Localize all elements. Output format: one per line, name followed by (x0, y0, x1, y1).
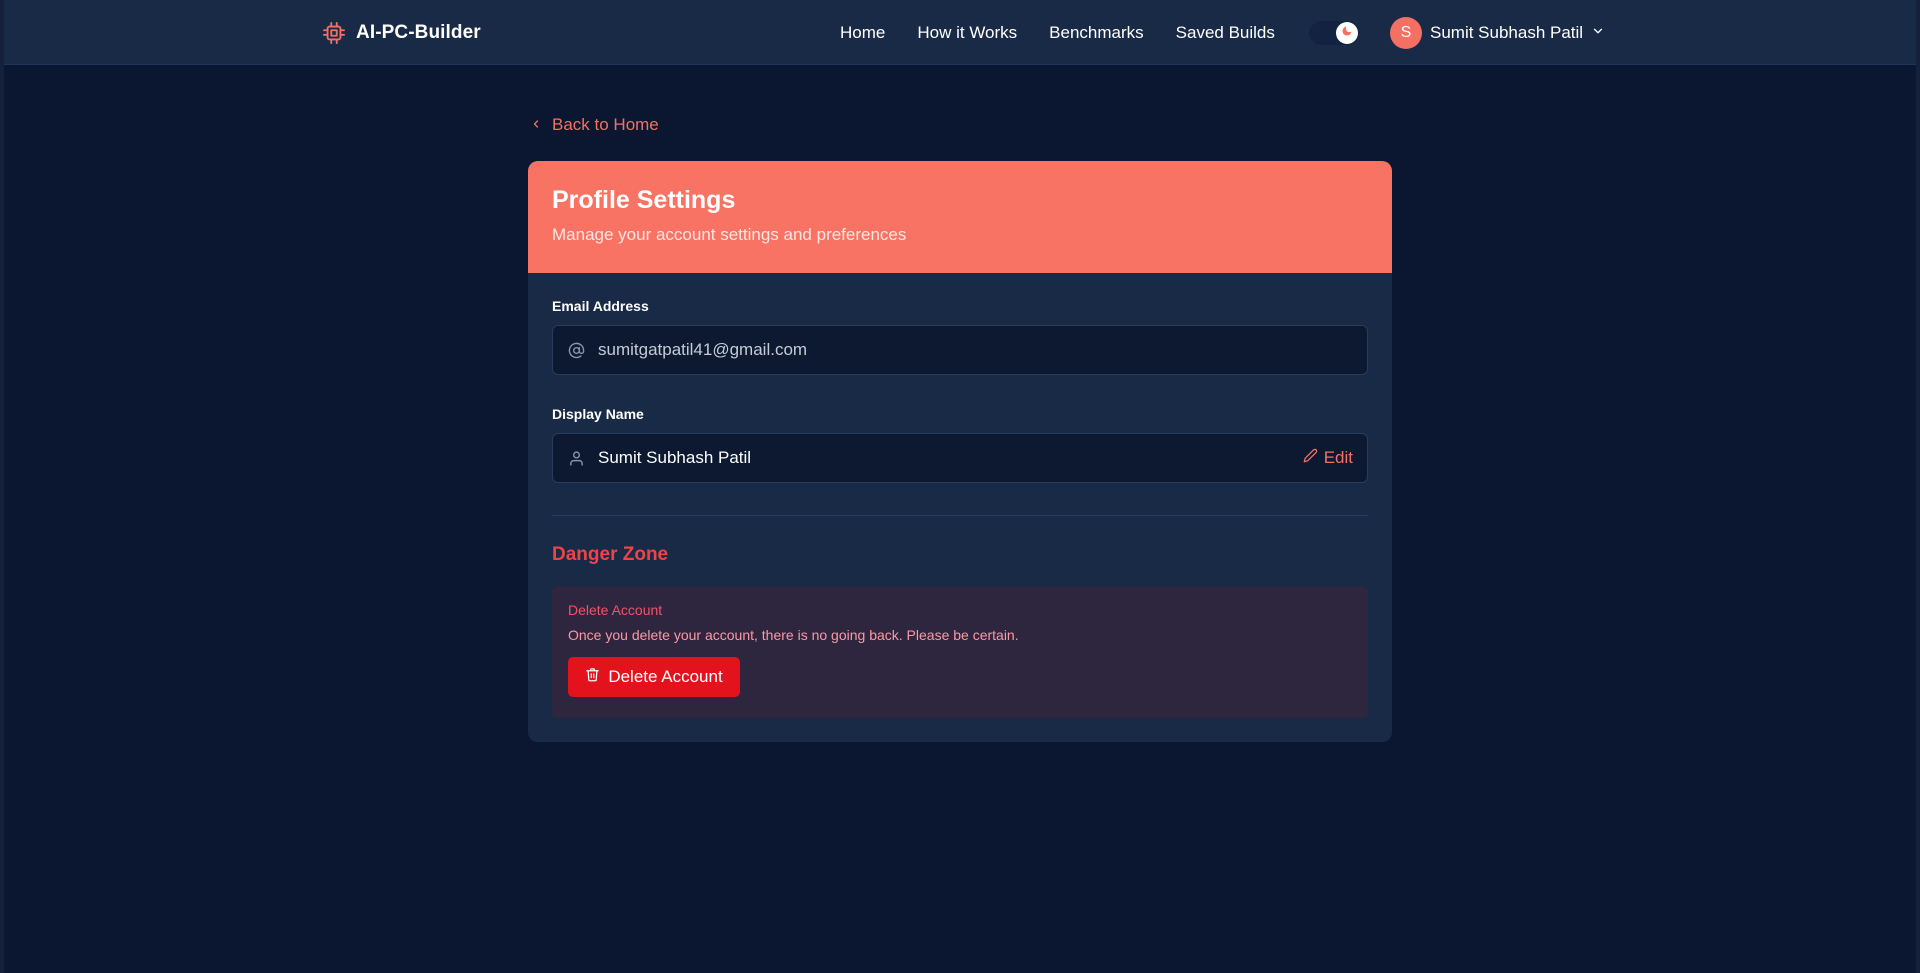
user-name: Sumit Subhash Patil (1430, 23, 1584, 42)
nav-link-benchmarks[interactable]: Benchmarks (1049, 23, 1143, 43)
back-link-label: Back to Home (552, 115, 659, 134)
trash-icon (585, 667, 600, 687)
danger-zone-title: Danger Zone (552, 544, 669, 565)
brand-logo[interactable]: AI-PC-Builder (322, 20, 481, 46)
chevron-down-icon (1591, 24, 1605, 43)
delete-account-warning: Once you delete your account, there is n… (568, 627, 1019, 643)
danger-zone-box: Delete Account Once you delete your acco… (552, 586, 1368, 718)
delete-account-button-label: Delete Account (608, 667, 723, 686)
display-name-label: Display Name (552, 406, 644, 422)
card-header: Profile Settings Manage your account set… (528, 161, 1392, 273)
section-divider (552, 515, 1368, 516)
user-menu[interactable]: S Sumit Subhash Patil (1390, 17, 1605, 49)
moon-icon (1341, 24, 1353, 42)
at-sign-icon (567, 341, 585, 359)
page-subtitle: Manage your account settings and prefere… (552, 225, 907, 244)
profile-settings-card: Profile Settings Manage your account set… (528, 161, 1392, 742)
page-title: Profile Settings (552, 186, 736, 214)
user-icon (567, 449, 585, 467)
nav-link-home[interactable]: Home (840, 23, 885, 43)
display-name-value: Sumit Subhash Patil (598, 448, 752, 467)
brand-name: AI-PC-Builder (356, 22, 481, 43)
nav-link-saved-builds[interactable]: Saved Builds (1176, 23, 1275, 43)
nav-links: Home How it Works Benchmarks Saved Build… (840, 20, 1307, 46)
back-to-home-link[interactable]: Back to Home (530, 114, 659, 136)
theme-toggle-knob (1336, 22, 1358, 44)
edit-label: Edit (1323, 448, 1353, 467)
nav-link-how-it-works[interactable]: How it Works (917, 23, 1017, 43)
delete-account-button[interactable]: Delete Account (568, 657, 740, 697)
email-field: sumitgatpatil41@gmail.com (552, 325, 1368, 375)
theme-toggle[interactable] (1309, 21, 1359, 45)
delete-account-heading: Delete Account (568, 602, 663, 618)
cpu-icon (322, 21, 346, 45)
email-value: sumitgatpatil41@gmail.com (598, 340, 808, 359)
email-label: Email Address (552, 298, 649, 314)
display-name-field: Sumit Subhash Patil Edit (552, 433, 1368, 483)
chevron-left-icon (530, 115, 542, 135)
card-body: Email Address sumitgatpatil41@gmail.com … (528, 273, 1392, 718)
edit-display-name-button[interactable]: Edit (1303, 448, 1353, 468)
navbar: AI-PC-Builder Home How it Works Benchmar… (4, 0, 1916, 65)
avatar: S (1390, 17, 1422, 49)
pencil-icon (1303, 448, 1318, 468)
